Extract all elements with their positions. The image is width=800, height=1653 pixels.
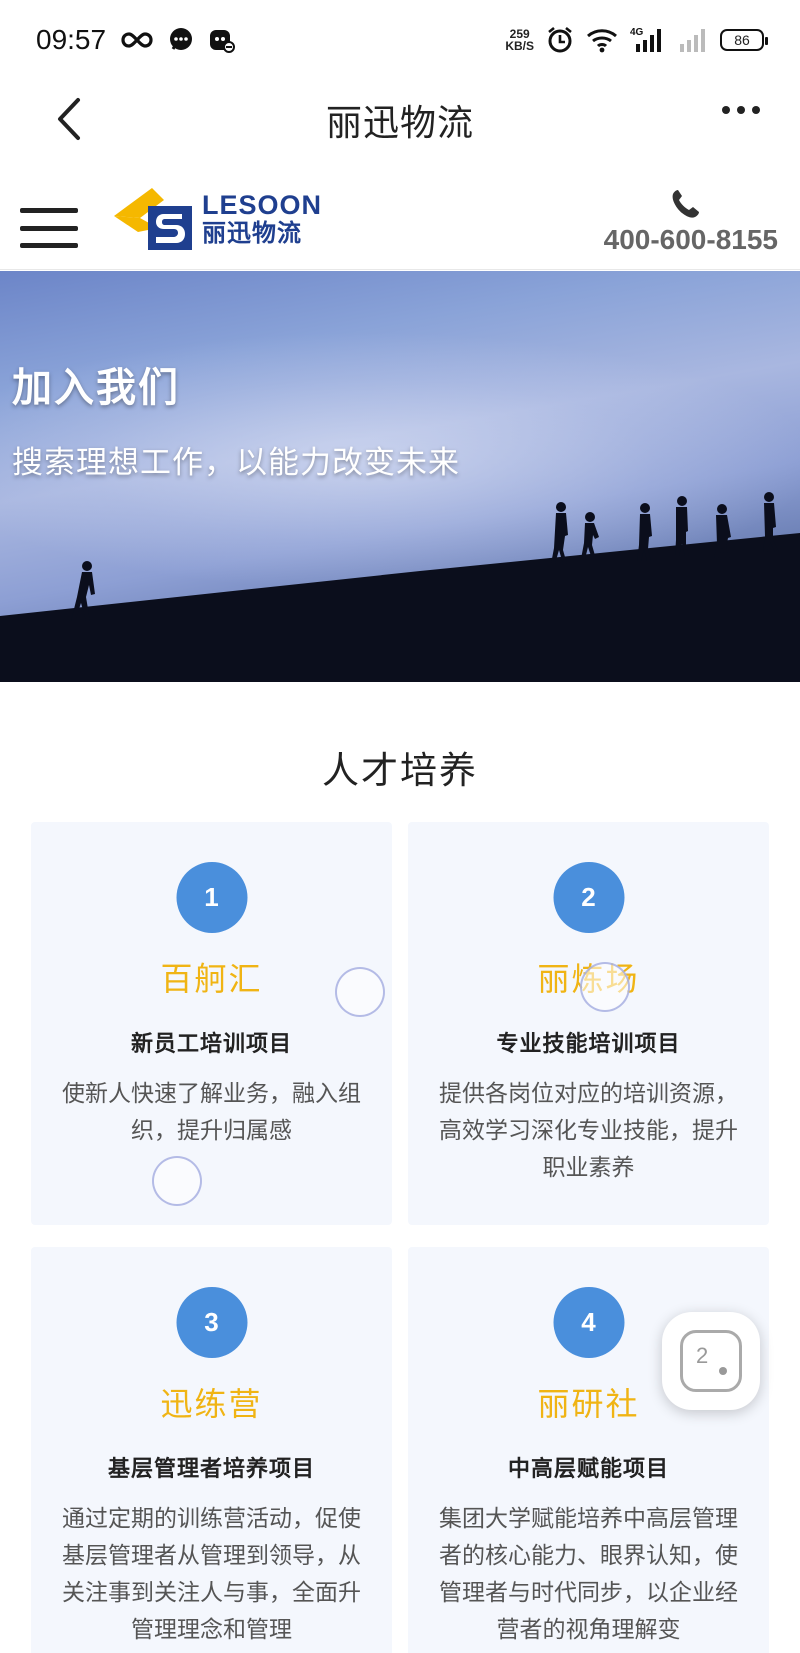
- network-type-label: 4G: [630, 27, 644, 38]
- status-bar: 09:57 259 KB/S 4G 86: [0, 0, 800, 80]
- phone-number[interactable]: 400-600-8155: [604, 224, 778, 256]
- site-header: LESOON 丽迅物流 400-600-8155: [0, 168, 800, 270]
- logo-text-cn: 丽迅物流: [202, 219, 302, 247]
- chat-icon: [168, 27, 194, 53]
- card-number-badge: 4: [553, 1287, 624, 1358]
- training-card-3[interactable]: 3 迅练营 基层管理者培养项目 通过定期的训练营活动，促使基层管理者从管理到领导…: [31, 1247, 392, 1653]
- card-description: 通过定期的训练营活动，促使基层管理者从管理到领导，从关注事到关注人与事，全面升管…: [62, 1506, 361, 1643]
- card-subtitle: 专业技能培训项目: [496, 1032, 681, 1057]
- chevron-left-icon: [58, 98, 80, 140]
- nav-bar: 丽迅物流: [0, 80, 800, 160]
- phone-icon[interactable]: [670, 188, 702, 220]
- training-card-2[interactable]: 2 丽炼场 专业技能培训项目 提供各岗位对应的培训资源，高效学习深化专业技能，提…: [408, 822, 769, 1225]
- touch-indicator: [335, 967, 385, 1017]
- more-dots-icon: [722, 106, 730, 114]
- lesoon-logo[interactable]: LESOON 丽迅物流: [112, 186, 322, 252]
- banner-subtitle: 搜索理想工作，以能力改变未来: [12, 445, 460, 481]
- training-card-4[interactable]: 4 丽研社 中高层赋能项目 集团大学赋能培养中高层管理者的核心能力、眼界认知，使…: [408, 1247, 769, 1653]
- card-description: 使新人快速了解业务，融入组织，提升归属感: [62, 1081, 361, 1144]
- card-subtitle: 新员工培训项目: [130, 1032, 292, 1057]
- net-speed: 259 KB/S: [505, 27, 534, 53]
- card-subtitle: 基层管理者培养项目: [107, 1457, 315, 1482]
- signal-empty-icon: [678, 26, 708, 54]
- page-title: 丽迅物流: [325, 103, 474, 144]
- logo-text-en: LESOON: [202, 190, 323, 220]
- card-description: 提供各岗位对应的培训资源，高效学习深化专业技能，提升职业素养: [439, 1081, 738, 1181]
- section-title: 人才培养: [322, 749, 478, 792]
- floating-window-count: 2: [696, 1343, 709, 1368]
- battery-icon: 86: [720, 29, 768, 51]
- floating-window-icon: 2: [680, 1330, 742, 1392]
- training-card-1[interactable]: 1 百舸汇 新员工培训项目 使新人快速了解业务，融入组织，提升归属感: [31, 822, 392, 1225]
- back-button[interactable]: [44, 94, 94, 144]
- wifi-icon: [586, 27, 618, 53]
- card-subtitle: 中高层赋能项目: [507, 1457, 669, 1482]
- card-number-badge: 3: [176, 1287, 247, 1358]
- more-options-button[interactable]: [722, 106, 760, 114]
- alarm-icon: [546, 26, 574, 54]
- card-number-badge: 2: [553, 862, 624, 933]
- infinity-icon: [120, 30, 154, 50]
- floating-window-button[interactable]: 2: [662, 1312, 760, 1410]
- battery-level: 86: [734, 32, 750, 48]
- robot-icon: [208, 27, 236, 53]
- card-number-badge: 1: [176, 862, 247, 933]
- touch-indicator: [152, 1156, 202, 1206]
- logo-mark-icon: [114, 188, 192, 250]
- status-time: 09:57: [36, 24, 107, 55]
- banner-title: 加入我们: [12, 365, 180, 411]
- hero-banner: 加入我们 搜索理想工作，以能力改变未来: [0, 271, 800, 682]
- signal-icon: 4G: [630, 26, 666, 54]
- touch-indicator: [580, 962, 630, 1012]
- card-description: 集团大学赋能培养中高层管理者的核心能力、眼界认知，使管理者与时代同步，以企业经营…: [439, 1506, 738, 1643]
- card-title: 迅练营: [160, 1385, 263, 1423]
- menu-icon[interactable]: [20, 208, 78, 248]
